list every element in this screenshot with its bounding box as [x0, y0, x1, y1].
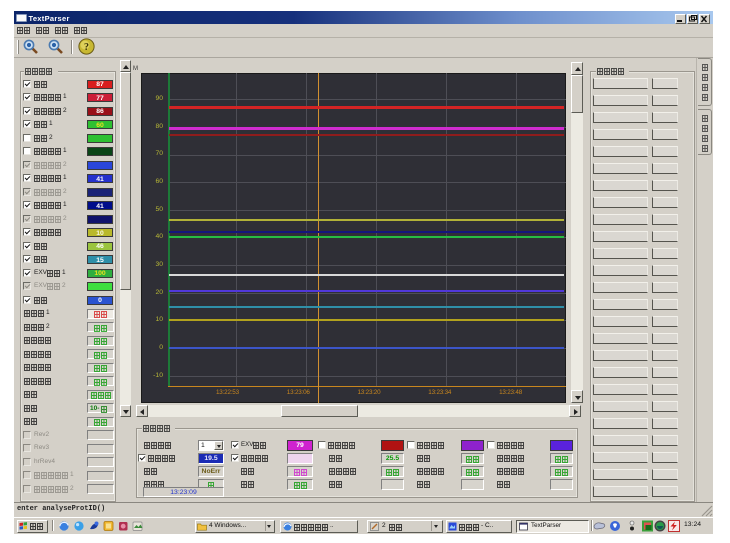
svg-text:?: ?: [84, 42, 89, 53]
